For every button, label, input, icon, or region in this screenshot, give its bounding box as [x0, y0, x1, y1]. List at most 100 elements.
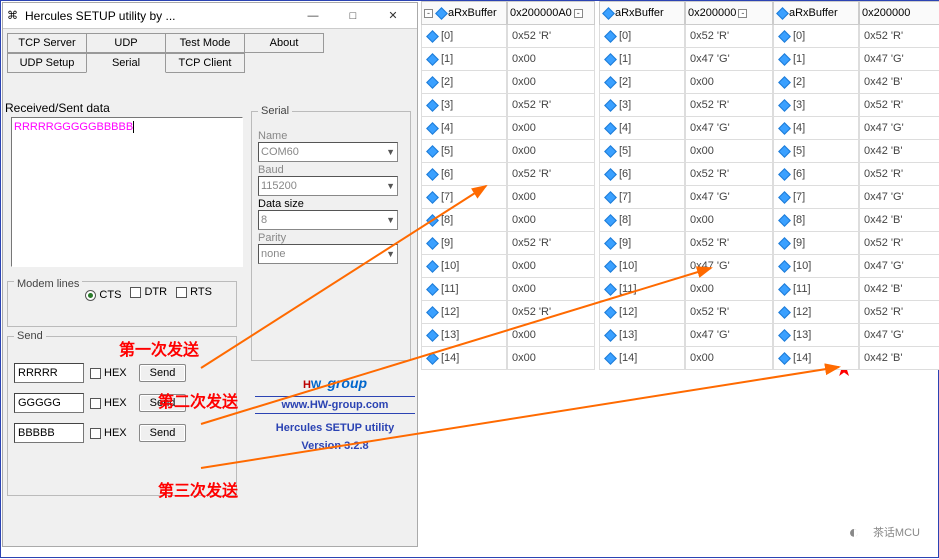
dtr-checkbox[interactable]: DTR — [130, 286, 167, 298]
close-button[interactable]: ✕ — [373, 4, 413, 28]
mem-value: 0x00 — [512, 352, 536, 364]
memory-row[interactable]: [6]0x52 'R' — [421, 163, 597, 186]
memory-row[interactable]: [8]0x42 'B' — [773, 209, 939, 232]
datasize-select[interactable]: 8▼ — [258, 210, 398, 230]
memory-row[interactable]: [13]0x00 — [421, 324, 597, 347]
memory-row[interactable]: [5]0x42 'B' — [773, 140, 939, 163]
send-button-1[interactable]: Send — [139, 364, 187, 382]
mem-index: [4] — [441, 122, 453, 134]
mem3-addr-header[interactable]: 0x200000 — [859, 1, 939, 25]
send-input-1[interactable]: RRRRR — [14, 363, 84, 383]
memory-row[interactable]: [5]0x00 — [599, 140, 775, 163]
hex-checkbox-3[interactable]: HEX — [90, 427, 127, 439]
memory-row[interactable]: [14]0x00 — [421, 347, 597, 370]
memory-row[interactable]: [4]0x00 — [421, 117, 597, 140]
com-port-select[interactable]: COM60▼ — [258, 142, 398, 162]
memory-row[interactable]: [14]0x42 'B' — [773, 347, 939, 370]
memory-row[interactable]: [1]0x47 'G' — [599, 48, 775, 71]
memory-row[interactable]: [0]0x52 'R' — [773, 25, 939, 48]
diamond-icon — [426, 260, 439, 273]
diamond-icon — [778, 99, 791, 112]
mem-index: [1] — [793, 53, 805, 65]
received-sent-textarea[interactable]: RRRRRGGGGGBBBBB — [11, 117, 243, 267]
memory-row[interactable]: [8]0x00 — [599, 209, 775, 232]
memory-row[interactable]: [4]0x47 'G' — [773, 117, 939, 140]
titlebar[interactable]: ⌘ Hercules SETUP utility by ... — □ ✕ — [3, 3, 417, 29]
diamond-icon — [426, 214, 439, 227]
memory-row[interactable]: [0]0x52 'R' — [421, 25, 597, 48]
tab-udp-setup[interactable]: UDP Setup — [7, 53, 87, 73]
memory-row[interactable]: [12]0x52 'R' — [773, 301, 939, 324]
send-button-3[interactable]: Send — [139, 424, 187, 442]
memory-row[interactable]: [12]0x52 'R' — [599, 301, 775, 324]
memory-row[interactable]: [6]0x52 'R' — [773, 163, 939, 186]
memory-row[interactable]: [8]0x00 — [421, 209, 597, 232]
memory-row[interactable]: [9]0x52 'R' — [773, 232, 939, 255]
minimize-button[interactable]: — — [293, 4, 333, 28]
mem2-addr-header[interactable]: 0x200000- — [685, 1, 773, 25]
mem-index: [7] — [793, 191, 805, 203]
memory-row[interactable]: [10]0x00 — [421, 255, 597, 278]
maximize-button[interactable]: □ — [333, 4, 373, 28]
memory-row[interactable]: [0]0x52 'R' — [599, 25, 775, 48]
memory-row[interactable]: [10]0x47 'G' — [599, 255, 775, 278]
mem-index: [10] — [441, 260, 459, 272]
memory-row[interactable]: [9]0x52 'R' — [421, 232, 597, 255]
memory-row[interactable]: [2]0x00 — [421, 71, 597, 94]
memory-row[interactable]: [12]0x52 'R' — [421, 301, 597, 324]
watermark: ◐ 茶话MCU — [843, 521, 920, 543]
send-row-3: BBBBB HEX Send — [14, 423, 230, 443]
memory-row[interactable]: [7]0x47 'G' — [599, 186, 775, 209]
memory-row[interactable]: [7] 0x47 'G' — [773, 186, 939, 209]
memory-row[interactable]: [7]0x00 — [421, 186, 597, 209]
memory-row[interactable]: [1]0x47 'G' — [773, 48, 939, 71]
memory-row[interactable]: [4]0x47 'G' — [599, 117, 775, 140]
memory-row[interactable]: [13]0x47 'G' — [773, 324, 939, 347]
mem-index: [2] — [441, 76, 453, 88]
memory-row[interactable]: [3]0x52 'R' — [599, 94, 775, 117]
mem-value: 0x52 'R' — [512, 306, 551, 318]
mem1-name-header[interactable]: -aRxBuffer — [421, 1, 507, 25]
memory-row[interactable]: [13]0x47 'G' — [599, 324, 775, 347]
tab-tcp-client[interactable]: TCP Client — [165, 53, 245, 73]
parity-select[interactable]: none▼ — [258, 244, 398, 264]
memory-row[interactable]: [2]0x42 'B' — [773, 71, 939, 94]
tab-test-mode[interactable]: Test Mode — [165, 33, 245, 53]
baud-select[interactable]: 115200▼ — [258, 176, 398, 196]
mem-index: [4] — [793, 122, 805, 134]
mem2-name-header[interactable]: aRxBuffer — [599, 1, 685, 25]
annotation-first-send: 第一次发送 — [119, 336, 199, 360]
hw-url[interactable]: www.HW-group.com — [255, 396, 415, 414]
memory-row[interactable]: [11]0x42 'B' — [773, 278, 939, 301]
send-input-2[interactable]: GGGGG — [14, 393, 84, 413]
tab-serial[interactable]: Serial — [86, 53, 166, 73]
memory-row[interactable]: [2]0x00 — [599, 71, 775, 94]
mem1-addr-header[interactable]: 0x200000A0- — [507, 1, 595, 25]
diamond-icon — [426, 191, 439, 204]
memory-row[interactable]: [1]0x00 — [421, 48, 597, 71]
hex-checkbox-1[interactable]: HEX — [90, 367, 127, 379]
send-input-3[interactable]: BBBBB — [14, 423, 84, 443]
annotation-third-send: 第三次发送 — [158, 477, 238, 501]
mem-value: 0x42 'B' — [864, 145, 902, 157]
tab-tcp-server[interactable]: TCP Server — [7, 33, 87, 53]
memory-row[interactable]: [11]0x00 — [421, 278, 597, 301]
memory-row[interactable]: [6]0x52 'R' — [599, 163, 775, 186]
memory-row[interactable]: [3]0x52 'R' — [773, 94, 939, 117]
memory-row[interactable]: [10]0x47 'G' — [773, 255, 939, 278]
diamond-icon — [426, 122, 439, 135]
hw-product: Hercules SETUP utility — [255, 422, 415, 434]
hex-checkbox-2[interactable]: HEX — [90, 397, 127, 409]
tab-about[interactable]: About — [244, 33, 324, 53]
memory-row[interactable]: [3]0x52 'R' — [421, 94, 597, 117]
memory-row[interactable]: [9]0x52 'R' — [599, 232, 775, 255]
memory-row[interactable]: [5]0x00 — [421, 140, 597, 163]
memory-row[interactable]: [11]0x00 — [599, 278, 775, 301]
mem3-name-header[interactable]: aRxBuffer — [773, 1, 859, 25]
rts-checkbox[interactable]: RTS — [176, 286, 212, 298]
memory-row[interactable]: [14]0x00 — [599, 347, 775, 370]
tab-strip: TCP Server UDP Test Mode About UDP Setup… — [7, 33, 413, 73]
tab-udp[interactable]: UDP — [86, 33, 166, 53]
mem-value: 0x47 'G' — [864, 191, 904, 203]
diamond-icon — [778, 260, 791, 273]
